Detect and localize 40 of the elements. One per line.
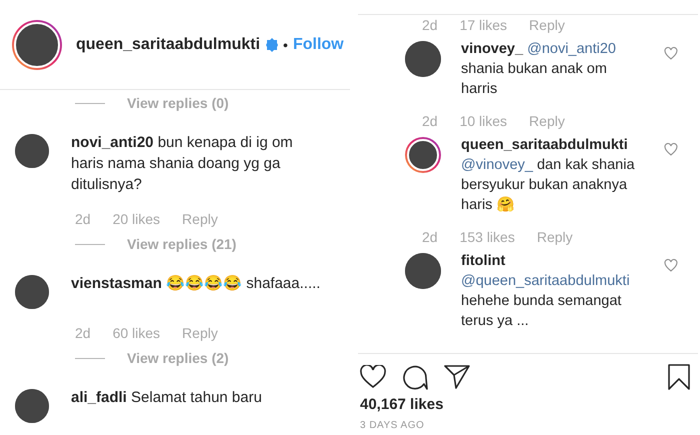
send-icon[interactable] xyxy=(444,365,470,389)
avatar[interactable] xyxy=(12,20,62,70)
like-count[interactable]: 20 likes xyxy=(112,211,160,227)
comment-time: 2d xyxy=(422,229,438,245)
view-replies-link[interactable]: View replies (2) xyxy=(127,350,229,366)
avatar[interactable] xyxy=(15,389,49,423)
comment-time: 2d xyxy=(422,113,438,129)
post-date: 3 DAYS AGO xyxy=(360,420,424,431)
bookmark-icon[interactable] xyxy=(668,364,690,390)
reply-link[interactable]: Reply xyxy=(536,229,573,245)
comment-text: queen_saritaabdulmukti @vinovey_ dan kak shania bersyukur bukan anaknya haris 🤗 xyxy=(461,136,636,215)
avatar[interactable] xyxy=(15,275,49,309)
avatar[interactable] xyxy=(405,41,441,77)
like-count[interactable]: 153 likes xyxy=(460,229,515,245)
heart-icon[interactable] xyxy=(360,365,386,389)
avatar[interactable] xyxy=(15,134,49,168)
reply-link[interactable]: Reply xyxy=(182,325,218,341)
username[interactable]: queen_saritaabdulmukti xyxy=(76,36,260,54)
reply-link[interactable]: Reply xyxy=(182,211,218,227)
separator-dot: • xyxy=(283,36,288,52)
comment-icon[interactable] xyxy=(402,364,428,390)
follow-link[interactable]: Follow xyxy=(292,36,344,54)
like-count[interactable]: 60 likes xyxy=(112,325,160,341)
like-count[interactable]: 40,167 likes xyxy=(360,396,444,413)
reply-link[interactable]: Reply xyxy=(529,113,565,129)
like-count[interactable]: 17 likes xyxy=(460,17,508,33)
comment-text: ali_fadli Selamat tahun baru xyxy=(71,388,263,408)
comment-text: vinovey_ @novi_anti20 shania bukan anak om harris xyxy=(461,40,617,99)
comment-time: 2d xyxy=(75,325,91,341)
avatar[interactable] xyxy=(405,253,441,289)
view-replies-link[interactable]: View replies (0) xyxy=(127,95,229,111)
comment-time: 2d xyxy=(75,211,91,227)
like-count[interactable]: 10 likes xyxy=(460,113,508,129)
view-replies-link[interactable]: View replies (21) xyxy=(127,236,236,252)
comment-time: 2d xyxy=(422,17,438,33)
reply-link[interactable]: Reply xyxy=(529,17,565,33)
comment-text: vienstasman 😂😂😂😂 shafaaa..... xyxy=(71,274,322,294)
comment-text: fitolint @queen_saritaabdulmukti hehehe bunda semangat terus ya ... xyxy=(461,252,631,331)
comment-text: novi_anti20 bun kenapa di ig om haris nama shania doang yg ga ditulisnya? xyxy=(71,133,294,195)
avatar[interactable] xyxy=(405,137,441,173)
